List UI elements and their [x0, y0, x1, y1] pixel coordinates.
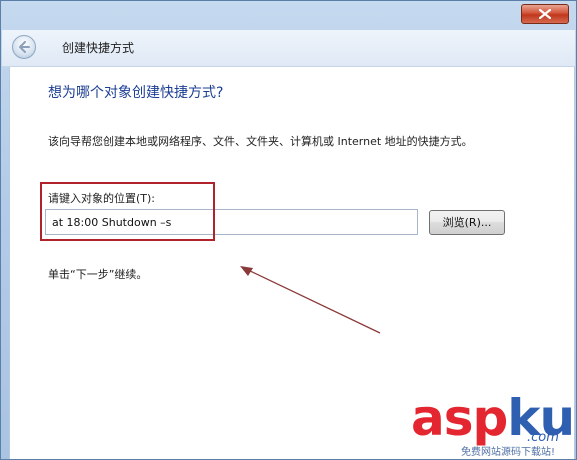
watermark-logo: aspku .com 免费网站源码下载站!: [399, 389, 576, 459]
watermark-slogan: 免费网站源码下载站!: [461, 447, 556, 458]
close-icon: [539, 9, 551, 19]
window-title: 创建快捷方式: [62, 41, 135, 55]
back-arrow-icon: [19, 41, 30, 53]
close-button[interactable]: [521, 4, 569, 24]
back-button[interactable]: [12, 35, 36, 59]
wizard-header: 创建快捷方式: [2, 30, 575, 67]
create-shortcut-window: 创建快捷方式 想为哪个对象创建快捷方式? 该向导帮您创建本地或网络程序、文件、文…: [0, 0, 577, 460]
